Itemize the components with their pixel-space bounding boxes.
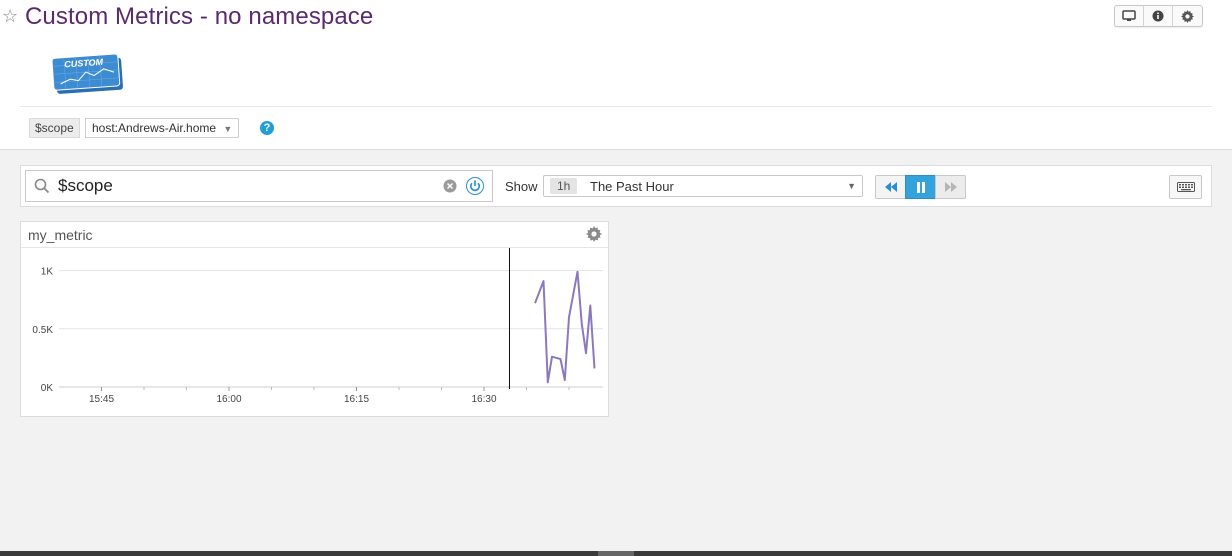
horizontal-scrollbar[interactable] [0,551,1232,556]
x-tick-label: 16:00 [216,394,241,405]
show-label: Show [505,179,538,194]
pause-button[interactable] [905,175,936,199]
fast-forward-button[interactable] [935,175,966,199]
scrollbar-thumb[interactable] [598,551,634,556]
x-tick-label: 16:30 [471,394,496,405]
metric-graph-widget[interactable]: my_metric 1K 0.5K 0K 15:45 16:00 16:15 16:30 [20,221,609,417]
header-button-group [1114,5,1203,27]
search-icon [34,178,50,194]
help-icon[interactable]: ? [260,121,274,135]
clear-search-icon[interactable] [443,179,457,193]
template-variable-tag: $scope [29,118,80,138]
scope-selector[interactable]: host:Andrews-Air.home ▼ [85,118,240,138]
gear-icon[interactable] [586,226,602,242]
chevron-down-icon: ▼ [223,124,233,134]
info-icon [1152,10,1164,22]
line-chart: 1K 0.5K 0K 15:45 16:00 16:15 16:30 [32,248,603,405]
settings-button[interactable] [1173,6,1202,26]
dashboard-toolbar: $scope Show 1h The Past Hour ▼ [20,165,1212,207]
star-icon[interactable]: ☆ [2,6,22,26]
y-tick-label: 0K [41,383,54,394]
x-tick-label: 15:45 [89,394,114,405]
custom-integration-logo: CUSTOM [51,53,123,94]
timeframe-badge: 1h [550,178,578,194]
timeframe-label: The Past Hour [590,179,674,194]
playback-controls [875,175,966,199]
y-tick-label: 1K [41,267,54,278]
tv-mode-button[interactable] [1115,6,1144,26]
chevron-down-icon: ▼ [847,181,856,191]
dashboard-header: ☆ Custom Metrics - no namespace CUSTOM $… [0,0,1232,150]
keyboard-icon [1176,182,1195,192]
search-input-value: $scope [58,176,113,195]
header-divider [20,106,1212,107]
fast-forward-icon [944,182,957,192]
page: ☆ Custom Metrics - no namespace CUSTOM $… [0,0,1232,556]
page-title: Custom Metrics - no namespace [25,3,374,30]
monitor-icon [1122,10,1136,21]
keyboard-shortcuts-button[interactable] [1169,175,1202,199]
scope-selector-value: host:Andrews-Air.home [92,121,217,135]
search-input[interactable]: $scope [25,170,493,202]
power-icon[interactable] [466,177,484,195]
graph-title: my_metric [28,227,93,243]
series-line [534,270,596,384]
timeframe-select[interactable]: 1h The Past Hour ▼ [543,175,863,197]
info-button[interactable] [1144,6,1173,26]
x-tick-label: 16:15 [344,394,369,405]
pause-icon [916,181,925,193]
gear-icon [1181,9,1194,23]
rewind-icon [884,182,897,192]
rewind-button[interactable] [875,175,906,199]
y-tick-label: 0.5K [32,325,53,336]
